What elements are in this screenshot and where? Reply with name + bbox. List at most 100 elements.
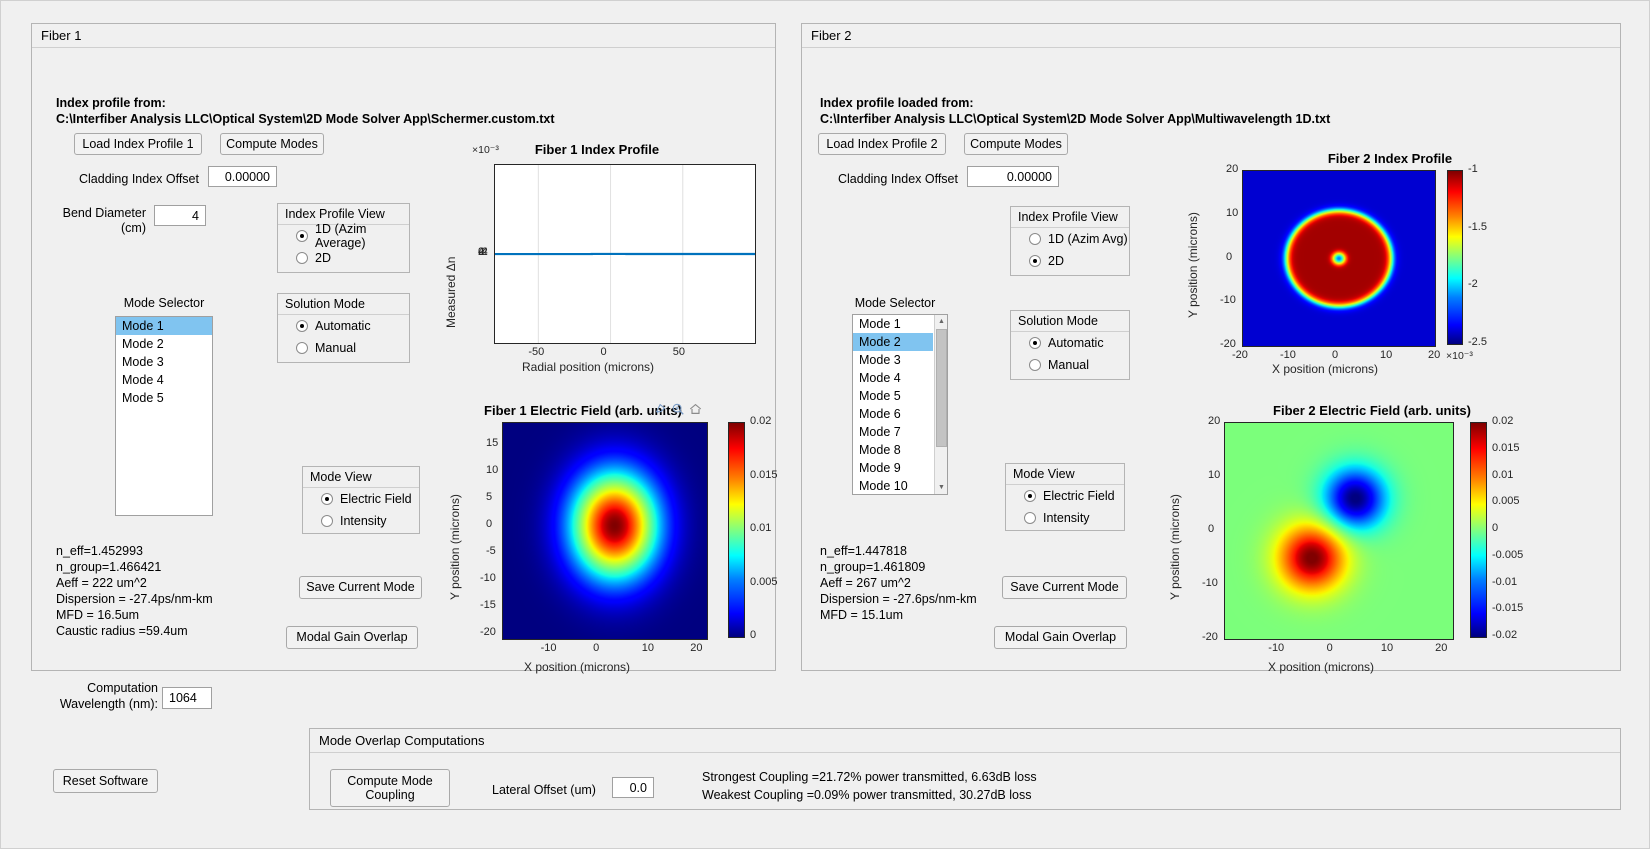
- fiber2-cladding-offset-input[interactable]: 0.00000: [967, 166, 1059, 187]
- home-icon[interactable]: [688, 402, 703, 416]
- fiber1-solution-mode-automatic[interactable]: Automatic: [278, 315, 409, 337]
- y-tick-label: 0: [486, 517, 493, 530]
- lateral-offset-input[interactable]: 0.0: [612, 777, 654, 798]
- fiber2-electric-field-colorbar: [1470, 422, 1487, 638]
- fiber2-save-current-mode-button[interactable]: Save Current Mode: [1002, 576, 1127, 599]
- mode-list-item[interactable]: Mode 4: [853, 369, 933, 387]
- y-tick-label: -5: [486, 544, 496, 557]
- mode-list-item[interactable]: Mode 1: [853, 315, 933, 333]
- colorbar-tick-label: 0.015: [1492, 441, 1520, 454]
- fiber2-index-view-option-2d-label: 2D: [1048, 254, 1064, 268]
- fiber1-index-view-option-1d[interactable]: 1D (Azim Average): [278, 222, 409, 250]
- fiber1-index-view-option-1d-label: 1D (Azim Average): [315, 222, 367, 250]
- fiber1-mode-selector-label: Mode Selector: [123, 296, 205, 310]
- mode-list-item[interactable]: Mode 5: [116, 389, 212, 407]
- fiber1-cladding-offset-input[interactable]: 0.00000: [208, 166, 277, 187]
- fiber1-index-source-label: Index profile from:: [56, 96, 166, 110]
- mode-list-item[interactable]: Mode 2: [116, 335, 212, 353]
- strongest-coupling-result: Strongest Coupling =21.72% power transmi…: [702, 770, 1037, 784]
- fiber2-index-profile-ylabel: Y position (microns): [1186, 212, 1200, 318]
- fiber1-y-exponent: ×10⁻³: [472, 144, 499, 156]
- x-tick-label: 20: [1428, 349, 1441, 361]
- x-tick-label: 20: [690, 642, 703, 654]
- fiber2-results: n_eff=1.447818 n_group=1.461809 Aeff = 267…: [820, 543, 977, 623]
- fiber1-panel: Fiber 1 Index profile from: C:\Interfibe…: [31, 23, 778, 674]
- fiber2-panel: Fiber 2 Index profile loaded from: C:\In…: [801, 23, 1621, 674]
- mode-list-item[interactable]: Mode 6: [853, 405, 933, 423]
- fiber1-index-profile-chart: Fiber 1 Index Profile ×10⁻³ Measured Δn …: [432, 138, 762, 378]
- mode-list-item[interactable]: Mode 9: [853, 459, 933, 477]
- fiber1-modal-gain-overlap-button[interactable]: Modal Gain Overlap: [286, 626, 418, 649]
- fiber2-modal-gain-overlap-button[interactable]: Modal Gain Overlap: [994, 626, 1127, 649]
- mode-list-item[interactable]: Mode 8: [853, 441, 933, 459]
- compute-mode-coupling-button[interactable]: Compute Mode Coupling: [330, 769, 450, 807]
- fiber1-index-view-option-2d[interactable]: 2D: [278, 247, 409, 269]
- fiber2-mode-view-electric-field[interactable]: Electric Field: [1006, 485, 1124, 507]
- fiber1-save-current-mode-button[interactable]: Save Current Mode: [299, 576, 422, 599]
- mode-list-item[interactable]: Mode 5: [853, 387, 933, 405]
- mode-list-item[interactable]: Mode 7: [853, 423, 933, 441]
- colorbar-tick-label: -2.5: [1468, 336, 1487, 348]
- mode-overlap-panel: Mode Overlap Computations Compute Mode C…: [309, 728, 1621, 810]
- fiber1-index-profile-axes: [494, 164, 756, 344]
- y-tick-label: 20: [1208, 415, 1221, 427]
- y-tick-label: -20: [480, 625, 496, 638]
- mode-list-item[interactable]: Mode 3: [853, 351, 933, 369]
- fiber1-solution-mode-manual[interactable]: Manual: [278, 337, 409, 359]
- fiber2-mode-view-title: Mode View: [1006, 464, 1124, 485]
- radio-icon: [296, 342, 308, 354]
- fiber2-index-profile-xlabel: X position (microns): [1272, 362, 1379, 376]
- fiber2-electric-field-chart: Fiber 2 Electric Field (arb. units) Y po…: [1160, 400, 1600, 685]
- fiber2-mode-selector-label: Mode Selector: [854, 296, 936, 310]
- fiber1-mode-view-electric-field[interactable]: Electric Field: [303, 488, 419, 510]
- mode-list-item[interactable]: Mode 4: [116, 371, 212, 389]
- colorbar-tick-label: 0.005: [750, 575, 778, 588]
- radio-icon: [1024, 512, 1036, 524]
- colorbar-tick-label: 0.02: [750, 415, 772, 427]
- x-tick-label: 0: [1332, 349, 1339, 361]
- load-index-profile-2-button[interactable]: Load Index Profile 2: [818, 133, 946, 155]
- fiber2-mode-view-intensity[interactable]: Intensity: [1006, 507, 1124, 529]
- fiber1-solution-mode-manual-label: Manual: [315, 341, 356, 355]
- mode-list-item[interactable]: Mode 2: [853, 333, 933, 351]
- fiber1-bend-diameter-input[interactable]: 4: [154, 205, 206, 226]
- fiber1-mode-view-electric-field-label: Electric Field: [340, 492, 412, 506]
- fiber2-mode-listbox[interactable]: ▲ ▼ Mode 1 Mode 2 Mode 3 Mode 4 Mode 5 Mode 6…: [852, 314, 948, 495]
- scrollbar-thumb[interactable]: [936, 329, 947, 447]
- fiber2-compute-modes-button[interactable]: Compute Modes: [964, 133, 1068, 155]
- fiber2-solution-mode-manual[interactable]: Manual: [1011, 354, 1129, 376]
- reset-software-button[interactable]: Reset Software: [53, 769, 158, 793]
- fiber2-index-view-option-2d[interactable]: 2D: [1011, 250, 1129, 272]
- fiber2-solution-mode-group: Solution Mode Automatic Manual: [1010, 310, 1130, 380]
- y-tick-label: -10: [1202, 577, 1218, 589]
- computation-wavelength-input[interactable]: 1064: [162, 687, 212, 709]
- fiber2-solution-mode-title: Solution Mode: [1011, 311, 1129, 332]
- fiber1-index-profile-ylabel: Measured Δn: [444, 256, 458, 328]
- mode-list-item[interactable]: Mode 10: [853, 477, 933, 494]
- fiber2-index-source-label: Index profile loaded from:: [820, 96, 974, 110]
- scroll-up-arrow-icon[interactable]: ▲: [935, 315, 947, 328]
- colorbar-tick-label: -0.01: [1492, 575, 1518, 588]
- result-line: n_eff=1.447818: [820, 544, 908, 558]
- fiber1-electric-field-chart: Fiber 1 Electric Field (arb. units) Y po…: [432, 400, 778, 685]
- result-line: Aeff = 222 um^2: [56, 576, 147, 590]
- weakest-coupling-result: Weakest Coupling =0.09% power transmitte…: [702, 788, 1032, 802]
- fiber2-solution-mode-automatic[interactable]: Automatic: [1011, 332, 1129, 354]
- mode-list-item[interactable]: Mode 1: [116, 317, 212, 335]
- pan-icon[interactable]: [654, 402, 668, 416]
- radio-icon: [296, 320, 308, 332]
- fiber2-index-profile-view-group: Index Profile View 1D (Azim Avg) 2D: [1010, 206, 1130, 276]
- fiber2-index-profile-chart: Fiber 2 Index Profile ×10⁻³ Y position (…: [1160, 148, 1600, 386]
- axes-toolbar[interactable]: [654, 402, 703, 416]
- zoom-in-icon[interactable]: [671, 402, 685, 416]
- fiber1-mode-view-intensity[interactable]: Intensity: [303, 510, 419, 532]
- fiber1-panel-title: Fiber 1: [32, 24, 775, 48]
- mode-list-item[interactable]: Mode 3: [116, 353, 212, 371]
- fiber2-index-view-option-1d[interactable]: 1D (Azim Avg): [1011, 228, 1129, 250]
- fiber2-mode-listbox-scrollbar[interactable]: ▲ ▼: [934, 315, 947, 494]
- fiber1-compute-modes-button[interactable]: Compute Modes: [220, 133, 324, 155]
- load-index-profile-1-button[interactable]: Load Index Profile 1: [74, 133, 202, 155]
- fiber1-mode-listbox[interactable]: Mode 1 Mode 2 Mode 3 Mode 4 Mode 5: [115, 316, 213, 516]
- colorbar-tick-label: -1.5: [1468, 220, 1487, 233]
- scroll-down-arrow-icon[interactable]: ▼: [935, 481, 947, 494]
